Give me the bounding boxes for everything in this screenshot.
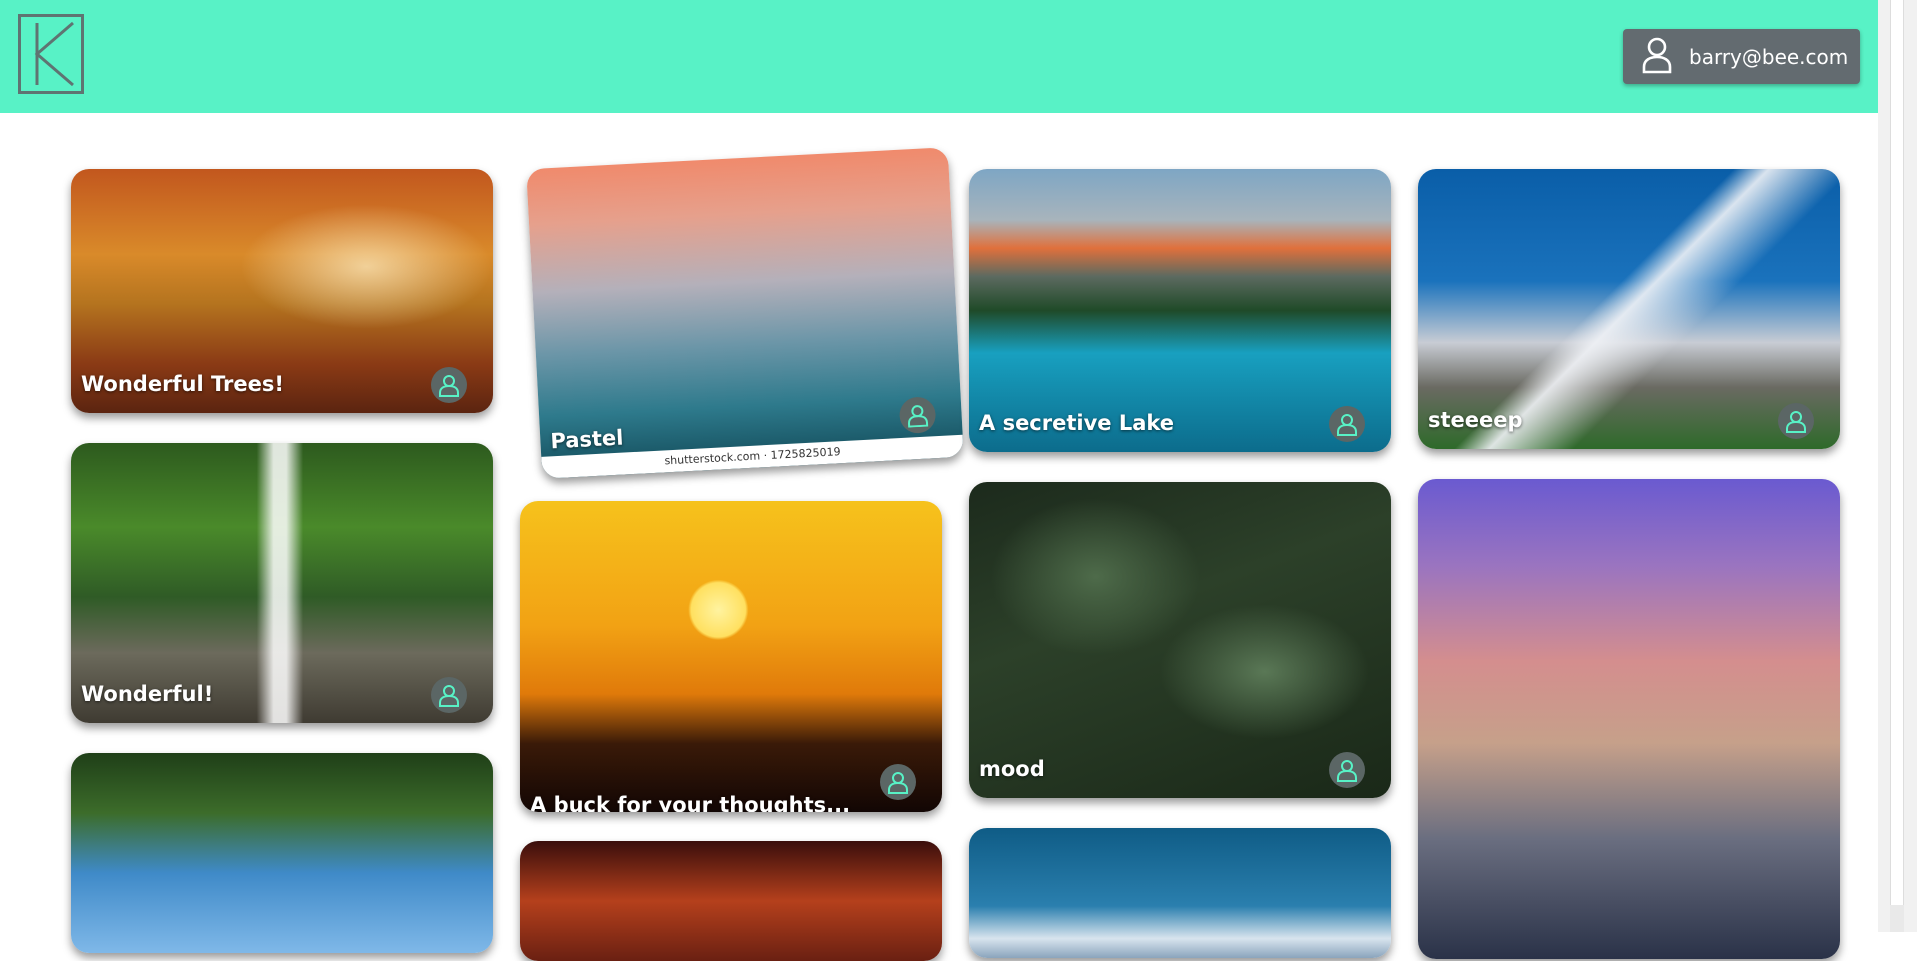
owner-avatar-icon[interactable] [898,396,937,435]
card-title: steeeep [1428,408,1523,432]
owner-avatar-icon[interactable] [880,764,916,800]
photo-card[interactable]: mood [969,482,1391,798]
scrollbar-thumb[interactable] [1890,0,1904,905]
page-scrollbar[interactable] [1878,0,1917,932]
card-title: A secretive Lake [979,411,1175,435]
card-title: mood [979,757,1045,781]
photo-card[interactable] [969,828,1391,958]
photo-card[interactable] [520,841,942,961]
top-header: barry@bee.com [0,0,1878,113]
photo-card[interactable]: A secretive Lake [969,169,1391,452]
owner-avatar-icon[interactable] [431,367,467,403]
card-title: Wonderful Trees! [81,372,284,396]
photo-card[interactable] [1418,479,1840,959]
card-title: A buck for your thoughts... [530,793,851,812]
user-account-button[interactable]: barry@bee.com [1623,29,1860,84]
owner-avatar-icon[interactable] [1329,406,1365,442]
photo-card[interactable]: steeeep [1418,169,1840,449]
user-icon [1641,36,1673,78]
photo-card[interactable]: Wonderful Trees! [71,169,493,413]
user-email: barry@bee.com [1689,44,1849,69]
photo-card[interactable]: Pastel shutterstock.com · 1725825019 [526,147,964,479]
owner-avatar-icon[interactable] [431,677,467,713]
card-title: Wonderful! [81,682,214,706]
owner-avatar-icon[interactable] [1329,752,1365,788]
owner-avatar-icon[interactable] [1778,403,1814,439]
photo-card[interactable]: A buck for your thoughts... [520,501,942,812]
logo[interactable] [18,14,84,94]
photo-card[interactable] [71,753,493,953]
photo-card[interactable]: Wonderful! [71,443,493,723]
